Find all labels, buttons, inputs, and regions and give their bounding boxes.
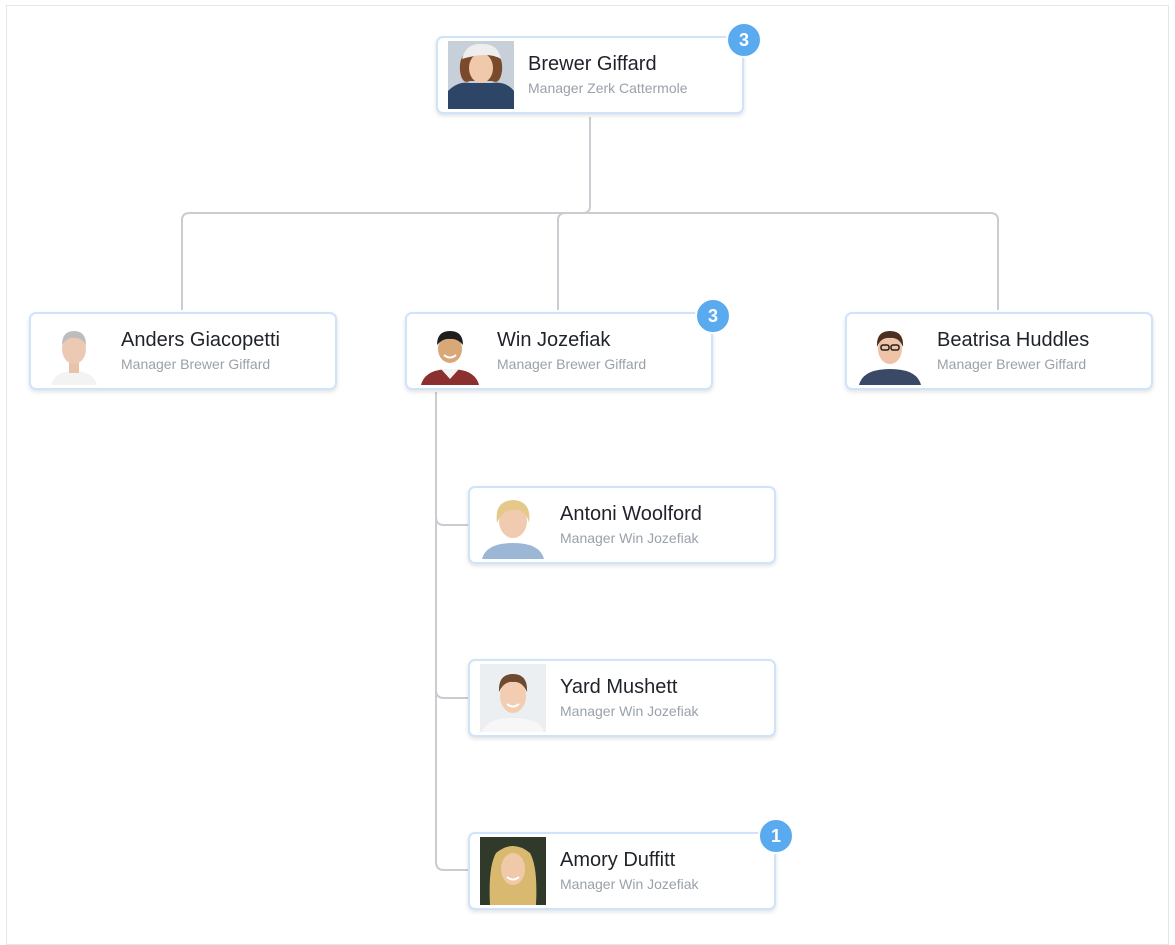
connector-lines [181, 117, 999, 871]
org-node-antoni-woolford[interactable]: Antoni Woolford Manager Win Jozefiak [468, 486, 776, 564]
node-name: Win Jozefiak [497, 329, 611, 351]
org-node-beatrisa-huddles[interactable]: Beatrisa Huddles Manager Brewer Giffard [845, 312, 1153, 390]
node-role: Manager Brewer Giffard [937, 356, 1087, 372]
node-name: Anders Giacopetti [121, 329, 280, 351]
avatar [448, 41, 514, 109]
node-role: Manager Win Jozefiak [560, 876, 699, 892]
node-name: Yard Mushett [560, 676, 678, 698]
org-node-root[interactable]: Brewer Giffard Manager Zerk Cattermole 3 [436, 22, 762, 114]
connector-to-yard [435, 689, 468, 699]
avatar [480, 491, 546, 559]
connector-win-down [435, 392, 468, 871]
org-node-yard-mushett[interactable]: Yard Mushett Manager Win Jozefiak [468, 659, 776, 737]
node-role: Manager Brewer Giffard [121, 356, 271, 372]
connector-root-down [582, 117, 591, 214]
connector-to-beatrisa [989, 212, 999, 310]
node-role: Manager Brewer Giffard [497, 356, 647, 372]
direct-reports-badge[interactable]: 1 [758, 818, 794, 854]
avatar [417, 317, 483, 385]
org-node-anders-giacopetti[interactable]: Anders Giacopetti Manager Brewer Giffard [29, 312, 337, 390]
avatar [480, 837, 546, 905]
node-role: Manager Win Jozefiak [560, 530, 699, 546]
connector-to-anders [181, 212, 191, 310]
connector-to-antoni [435, 516, 468, 526]
org-node-amory-duffitt[interactable]: Amory Duffitt Manager Win Jozefiak 1 [468, 818, 794, 910]
node-name: Brewer Giffard [528, 53, 657, 75]
node-name: Antoni Woolford [560, 503, 702, 525]
node-name: Beatrisa Huddles [937, 329, 1090, 351]
avatar [41, 317, 107, 385]
node-name: Amory Duffitt [560, 849, 676, 871]
direct-reports-badge[interactable]: 3 [726, 22, 762, 58]
org-node-win-jozefiak[interactable]: Win Jozefiak Manager Brewer Giffard 3 [405, 298, 731, 390]
node-role: Manager Win Jozefiak [560, 703, 699, 719]
direct-reports-badge[interactable]: 3 [695, 298, 731, 334]
connector-to-win [557, 212, 567, 310]
node-role: Manager Zerk Cattermole [528, 80, 688, 96]
avatar [480, 664, 546, 732]
avatar [857, 317, 923, 385]
